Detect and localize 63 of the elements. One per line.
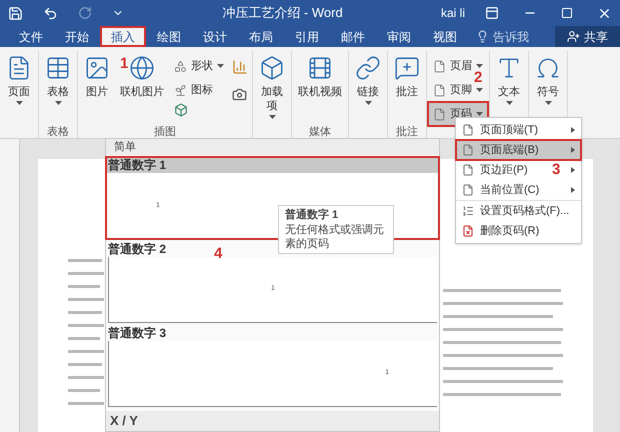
ribbon-tab[interactable]: 设计 [192,26,238,47]
page-icon [433,60,446,72]
page-cross-icon [462,225,474,237]
ribbon-button[interactable]: 链接 [351,51,385,125]
step-number: 4 [214,246,222,261]
tooltip-title: 普通数字 1 [285,208,340,223]
ribbon-button[interactable]: 批注 [390,51,424,125]
section-header: 简单 [114,141,136,153]
page-icon [433,108,446,120]
ribbon-tab[interactable]: 绘图 [146,26,192,47]
menu-item[interactable]: 删除页码(R) [456,221,581,241]
cube-icon [174,103,188,117]
ribbon-button[interactable]: 表格 [41,51,75,125]
group-label: 表格 [47,126,69,138]
link-icon [355,55,381,81]
lightbulb-icon [476,30,489,43]
comment-plus-icon [394,55,420,81]
ribbon-display-icon[interactable] [485,6,499,20]
maximize-icon[interactable] [561,7,573,19]
save-icon[interactable] [8,6,23,20]
ribbon-tab[interactable]: 引用 [284,26,330,47]
ribbon-button[interactable]: 图标 [170,79,228,101]
chart-icon[interactable] [232,59,248,75]
group-label: 批注 [396,126,418,138]
step-number: 1 [120,56,128,71]
undo-icon[interactable] [43,6,58,20]
ribbon-tab[interactable]: 插入 [100,26,146,47]
window-title: 冲压工艺介绍 - Word [222,4,343,22]
leaf-icon [174,84,187,96]
ribbon-tab[interactable]: 邮件 [330,26,376,47]
ribbon-button[interactable]: 页面 [2,51,36,125]
group-label: 插图 [154,126,176,138]
tell-me-button[interactable]: 告诉我 [468,26,537,47]
menu-item[interactable]: 设置页码格式(F)... [456,201,581,221]
shapes-icon [174,60,187,72]
page-icon [462,124,474,136]
share-button[interactable]: 共享 [555,26,620,47]
ribbon-button[interactable]: 加载项 [255,51,289,125]
ribbon-tab[interactable]: 布局 [238,26,284,47]
section-header: X / Y [110,413,138,428]
ribbon-tab[interactable]: 视图 [422,26,468,47]
ribbon-tab[interactable]: 审阅 [376,26,422,47]
picture-icon [84,55,110,81]
ribbon-tab[interactable]: 文件 [8,26,54,47]
person-plus-icon [567,30,580,43]
menu-item[interactable]: 当前位置(C) [456,180,581,200]
ribbon-tab[interactable]: 开始 [54,26,100,47]
step-number: 3 [552,162,560,177]
camera-icon[interactable] [232,87,247,102]
page-icon [462,164,474,176]
numbered-list-icon [462,205,474,217]
menu-item[interactable]: 页面底端(B) [456,140,581,160]
step-number: 2 [474,70,482,85]
page-icon [433,84,446,96]
ribbon-button[interactable]: 联机视频 [294,51,346,125]
user-name: kai li [440,5,465,22]
table-icon [45,55,71,81]
page-icon [462,144,474,156]
ribbon-button[interactable]: 图片 [80,51,114,125]
cube-icon [259,55,285,81]
group-label: 媒体 [309,126,331,138]
page-icon [462,184,474,196]
ribbon-button[interactable]: 形状 [170,55,228,77]
